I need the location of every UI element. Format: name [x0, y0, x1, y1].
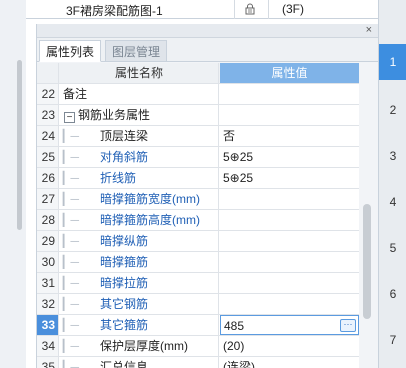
lock-icon[interactable]	[244, 3, 256, 15]
table-row[interactable]: 34 ┃ ─ 保护层厚度(mm) (20)	[37, 336, 359, 357]
row-number: 23	[37, 105, 59, 125]
property-value[interactable]	[220, 105, 359, 125]
property-name: ┃ ─ 其它钢筋	[60, 294, 219, 314]
property-name: ┃ ─ 折线筋	[60, 168, 219, 188]
grid-scrollbar-thumb[interactable]	[363, 204, 371, 319]
property-name: ┃ ─ 保护层厚度(mm)	[60, 336, 219, 356]
property-name: ┃ ─ 暗撑箍筋	[60, 252, 219, 272]
table-row[interactable]: 23 − 钢筋业务属性	[37, 105, 359, 126]
right-row-number[interactable]: 2	[379, 92, 406, 128]
property-value[interactable]: 否	[220, 126, 359, 146]
property-value[interactable]	[220, 294, 359, 314]
table-row[interactable]: 35 ┃ ─ 汇总信息 (连梁)	[37, 357, 359, 368]
property-value[interactable]: 5⊕25	[220, 168, 359, 188]
property-name: ┃ ─ 暗撑纵筋	[60, 231, 219, 251]
table-row[interactable]: 31 ┃ ─ 暗撑拉筋	[37, 273, 359, 294]
right-row-number[interactable]: 7	[379, 322, 406, 358]
table-row[interactable]: 28 ┃ ─ 暗撑箍筋高度(mm)	[37, 210, 359, 231]
panel-tabs: 属性列表 图层管理	[37, 38, 378, 62]
property-name: − 钢筋业务属性	[60, 105, 219, 125]
property-name: ┃ ─ 暗撑箍筋宽度(mm)	[60, 189, 219, 209]
right-row-number[interactable]: 6	[379, 276, 406, 312]
property-value-editor[interactable]: 485 ···	[220, 315, 359, 335]
property-value[interactable]: (20)	[220, 336, 359, 356]
property-value[interactable]	[220, 210, 359, 230]
property-value[interactable]	[220, 252, 359, 272]
property-name: ┃ ─ 汇总信息	[60, 357, 219, 368]
table-row-selected[interactable]: 33 ┃ ─ 其它箍筋 485 ···	[37, 315, 359, 336]
property-value[interactable]	[220, 189, 359, 209]
row-number: 32	[37, 294, 59, 314]
property-value[interactable]	[220, 231, 359, 251]
row-number: 26	[37, 168, 59, 188]
property-name: ┃ ─ 对角斜筋	[60, 147, 219, 167]
row-number: 35	[37, 357, 59, 368]
row-number: 33	[37, 315, 59, 335]
row-number: 27	[37, 189, 59, 209]
table-row[interactable]: 26 ┃ ─ 折线筋 5⊕25	[37, 168, 359, 189]
column-divider	[234, 0, 235, 19]
property-name: ┃ ─ 暗撑拉筋	[60, 273, 219, 293]
editor-text[interactable]: 485	[224, 319, 244, 333]
property-value[interactable]: 5⊕25	[220, 147, 359, 167]
tab-layer-management[interactable]: 图层管理	[105, 40, 168, 62]
property-grid: 属性名称 属性值 22 备注 23 − 钢筋业务属性 24 ┃ ─ 顶层连梁 否 2…	[37, 63, 359, 368]
right-row-number[interactable]: 5	[379, 230, 406, 266]
property-value[interactable]: (连梁)	[220, 357, 359, 368]
property-name: 备注	[60, 84, 219, 104]
right-row-number[interactable]: 3	[379, 138, 406, 174]
row-number: 31	[37, 273, 59, 293]
right-row-number-active[interactable]: 1	[379, 44, 406, 80]
right-row-number[interactable]: 4	[379, 184, 406, 220]
row-number: 28	[37, 210, 59, 230]
table-row[interactable]: 30 ┃ ─ 暗撑箍筋	[37, 252, 359, 273]
row-number: 34	[37, 336, 59, 356]
table-row[interactable]: 29 ┃ ─ 暗撑纵筋	[37, 231, 359, 252]
right-row-strip: 1 2 3 4 5 6 7	[378, 0, 406, 368]
tab-property-list[interactable]: 属性列表	[39, 40, 102, 62]
property-name: ┃ ─ 顶层连梁	[60, 126, 219, 146]
property-value[interactable]	[220, 84, 359, 104]
header-property-name: 属性名称	[60, 63, 219, 83]
table-row[interactable]: 22 备注	[37, 84, 359, 105]
row-number: 29	[37, 231, 59, 251]
panel-header: ×	[37, 24, 378, 38]
table-row[interactable]: 25 ┃ ─ 对角斜筋 5⊕25	[37, 147, 359, 168]
ellipsis-button[interactable]: ···	[340, 319, 356, 332]
table-row[interactable]: 24 ┃ ─ 顶层连梁 否	[37, 126, 359, 147]
table-row[interactable]: 32 ┃ ─ 其它钢筋	[37, 294, 359, 315]
close-icon[interactable]: ×	[366, 24, 372, 37]
grid-header-row: 属性名称 属性值	[37, 63, 359, 84]
property-name: ┃ ─ 暗撑箍筋高度(mm)	[60, 210, 219, 230]
property-name: ┃ ─ 其它箍筋	[60, 315, 219, 335]
row-number-header	[37, 63, 59, 83]
header-property-value: 属性值	[220, 63, 359, 83]
table-row[interactable]: 27 ┃ ─ 暗撑箍筋宽度(mm)	[37, 189, 359, 210]
collapse-toggle-icon[interactable]: −	[64, 112, 75, 123]
left-scrollbar-thumb[interactable]	[17, 60, 22, 230]
layer-floor: (3F)	[282, 2, 304, 16]
left-window-edge	[0, 0, 26, 368]
layer-name: 3F裙房梁配筋图-1	[66, 4, 163, 18]
properties-panel: × 属性列表 图层管理 属性名称 属性值 22 备注 23 − 钢筋业务属性 24…	[36, 24, 378, 368]
row-number: 24	[37, 126, 59, 146]
layer-row[interactable]: 3F裙房梁配筋图-1 (3F)	[26, 0, 378, 19]
row-number: 25	[37, 147, 59, 167]
property-value[interactable]	[220, 273, 359, 293]
row-number: 30	[37, 252, 59, 272]
row-number: 22	[37, 84, 59, 104]
column-divider	[268, 0, 269, 19]
